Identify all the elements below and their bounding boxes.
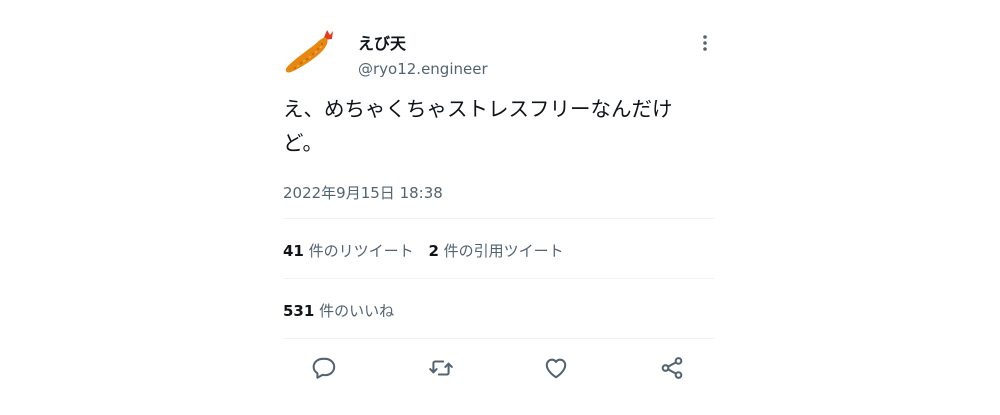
divider xyxy=(283,338,715,339)
share-button[interactable] xyxy=(659,355,685,381)
retweets-label: 件のリツイート xyxy=(308,242,414,260)
quotes-count: 2 xyxy=(428,242,439,260)
fried-shrimp-icon xyxy=(285,30,333,73)
tweet-card: えび天 @ryo12.engineer え、めちゃくちゃストレスフリーなんだけ … xyxy=(283,0,715,415)
quotes-label: 件の引用ツイート xyxy=(443,242,564,260)
retweet-button[interactable] xyxy=(428,355,454,381)
action-bar xyxy=(283,355,715,385)
display-name[interactable]: えび天 xyxy=(358,30,406,54)
divider xyxy=(283,218,715,219)
likes-label: 件のいいね xyxy=(319,302,395,320)
reply-icon xyxy=(312,357,336,379)
user-handle[interactable]: @ryo12.engineer xyxy=(358,60,488,78)
reply-button[interactable] xyxy=(312,355,338,381)
retweets-count: 41 xyxy=(283,242,304,260)
divider xyxy=(283,278,715,279)
like-button[interactable] xyxy=(543,355,569,381)
retweet-icon xyxy=(429,360,453,376)
heart-icon xyxy=(545,358,567,379)
quotes-stat[interactable]: 2 件の引用ツイート xyxy=(428,242,563,260)
timestamp[interactable]: 2022年9月15日 18:38 xyxy=(283,182,443,203)
likes-stats: 531 件のいいね xyxy=(283,300,394,321)
tweet-text-line: ど。 xyxy=(283,131,323,155)
share-icon xyxy=(661,357,683,379)
likes-stat[interactable]: 531 件のいいね xyxy=(283,302,394,320)
avatar[interactable] xyxy=(283,26,341,78)
more-options-icon[interactable] xyxy=(693,31,717,55)
tweet-text-line: え、めちゃくちゃストレスフリーなんだけ xyxy=(283,97,673,121)
tweet-text: え、めちゃくちゃストレスフリーなんだけ ど。 xyxy=(283,92,723,160)
likes-count: 531 xyxy=(283,302,315,320)
retweets-stat[interactable]: 41 件のリツイート xyxy=(283,242,418,260)
engagement-stats: 41 件のリツイート 2 件の引用ツイート xyxy=(283,240,564,261)
